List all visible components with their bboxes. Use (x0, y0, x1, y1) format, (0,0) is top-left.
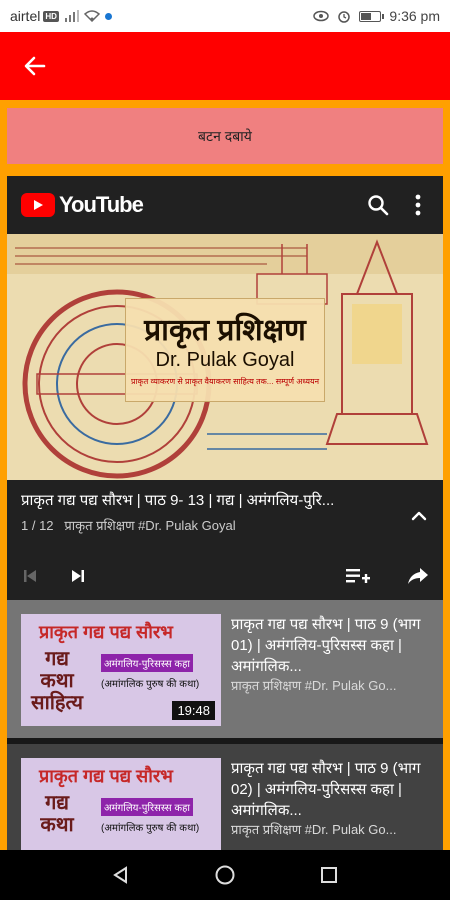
playlist-item[interactable]: प्राकृत गद्य पद्य सौरभ गद्य कथा अमंगलिय-… (7, 744, 443, 850)
status-bar: airtel HD 9:36 pm (0, 0, 450, 32)
thumb-tag: अमंगलिय-पुरिसस्स कहा (101, 654, 193, 672)
app-bar (0, 32, 450, 100)
playlist-item-text: प्राकृत गद्य पद्य सौरभ | पाठ 9 (भाग 01) … (231, 614, 431, 695)
thumb-tag: अमंगलिय-पुरिसस्स कहा (101, 798, 193, 816)
playlist-controls (7, 556, 443, 596)
playlist-item-channel: प्राकृत प्रशिक्षण #Dr. Pulak Go... (231, 822, 397, 837)
youtube-play-icon (21, 193, 55, 217)
notification-dot-icon (104, 12, 112, 20)
playlist-right-controls (345, 566, 429, 586)
thumb-series-title: प्राकृत गद्य पद्य सौरभ (39, 766, 173, 786)
playlist-item-thumbnail: प्राकृत गद्य पद्य सौरभ गद्य कथा अमंगलिय-… (21, 758, 221, 850)
alarm-icon (338, 11, 351, 23)
thumbnail-title-english: Dr. Pulak Goyal (155, 348, 295, 371)
youtube-header-actions (367, 194, 443, 216)
playlist-channel: प्राकृत प्रशिक्षण #Dr. Pulak Goyal (64, 518, 236, 533)
youtube-player: YouTube प्राकृत प्रशिक्षण Dr. Pulak Goya… (7, 176, 443, 850)
eye-icon (313, 10, 330, 22)
thumb-series-title: प्राकृत गद्य पद्य सौरभ (39, 622, 173, 642)
thumb-left-label: गद्य कथा साहित्य (31, 648, 83, 714)
playlist-item-title: प्राकृत गद्य पद्य सौरभ | पाठ 9 (भाग 01) … (231, 616, 421, 675)
chevron-up-icon[interactable] (409, 506, 429, 526)
thumbnail-subtitle: प्राकृत व्याकरण से प्राकृत वैयाकरण साहित… (130, 376, 320, 386)
share-icon[interactable] (407, 566, 429, 586)
wifi-icon (83, 10, 100, 22)
content-area: बटन दबाये YouTube प्राकृत प्रशिक्षण Dr. … (0, 100, 450, 850)
battery-icon (359, 10, 385, 22)
hd-badge: HD (43, 10, 59, 22)
signal-icon (64, 10, 79, 22)
playlist-item-channel: प्राकृत प्रशिक्षण #Dr. Pulak Go... (231, 678, 397, 693)
press-button[interactable]: बटन दबाये (7, 108, 443, 164)
add-to-queue-icon[interactable] (345, 566, 371, 586)
playlist-item-text: प्राकृत गद्य पद्य सौरभ | पाठ 9 (भाग 02) … (231, 758, 431, 839)
video-duration: 19:48 (172, 701, 215, 720)
thumbnail-banner: प्राकृत प्रशिक्षण Dr. Pulak Goyal प्राकृ… (125, 298, 325, 402)
clock-time: 9:36 pm (389, 8, 440, 24)
carrier-info: airtel HD (10, 8, 59, 24)
status-left-icons (64, 10, 112, 22)
playlist-meta: 1 / 12 प्राकृत प्रशिक्षण #Dr. Pulak Goya… (21, 516, 236, 534)
playlist-item-title: प्राकृत गद्य पद्य सौरभ | पाठ 9 (भाग 02) … (231, 760, 421, 819)
previous-icon[interactable] (21, 567, 39, 585)
search-icon[interactable] (367, 194, 389, 216)
playlist-item[interactable]: प्राकृत गद्य पद्य सौरभ गद्य कथा साहित्य … (7, 600, 443, 738)
recents-square-icon[interactable] (319, 865, 339, 885)
youtube-header: YouTube (7, 176, 443, 234)
youtube-wordmark: YouTube (59, 192, 144, 217)
thumb-left-label: गद्य कथा (40, 792, 74, 836)
more-vert-icon[interactable] (415, 194, 421, 216)
playlist-item-thumbnail: प्राकृत गद्य पद्य सौरभ गद्य कथा साहित्य … (21, 614, 221, 726)
thumbnail-title-hindi: प्राकृत प्रशिक्षण (144, 313, 306, 347)
playlist-position: 1 / 12 (21, 518, 54, 533)
status-right-icons: 9:36 pm (313, 8, 440, 24)
back-arrow-icon[interactable] (22, 53, 48, 79)
thumb-subtag: (अमांगलिक पुरुष की कथा) (101, 679, 200, 690)
now-playing-title[interactable]: प्राकृत गद्य पद्य सौरभ | पाठ 9- 13 | गद्… (21, 490, 381, 510)
carrier-name: airtel (10, 8, 41, 24)
system-navigation-bar (0, 850, 450, 900)
video-thumbnail[interactable]: प्राकृत प्रशिक्षण Dr. Pulak Goyal प्राकृ… (7, 234, 443, 480)
next-icon[interactable] (69, 567, 87, 585)
home-circle-icon[interactable] (214, 864, 236, 886)
thumb-subtag: (अमांगलिक पुरुष की कथा) (101, 823, 200, 834)
now-playing-info: प्राकृत गद्य पद्य सौरभ | पाठ 9- 13 | गद्… (7, 480, 443, 600)
back-triangle-icon[interactable] (111, 865, 131, 885)
youtube-logo[interactable]: YouTube (21, 192, 144, 218)
